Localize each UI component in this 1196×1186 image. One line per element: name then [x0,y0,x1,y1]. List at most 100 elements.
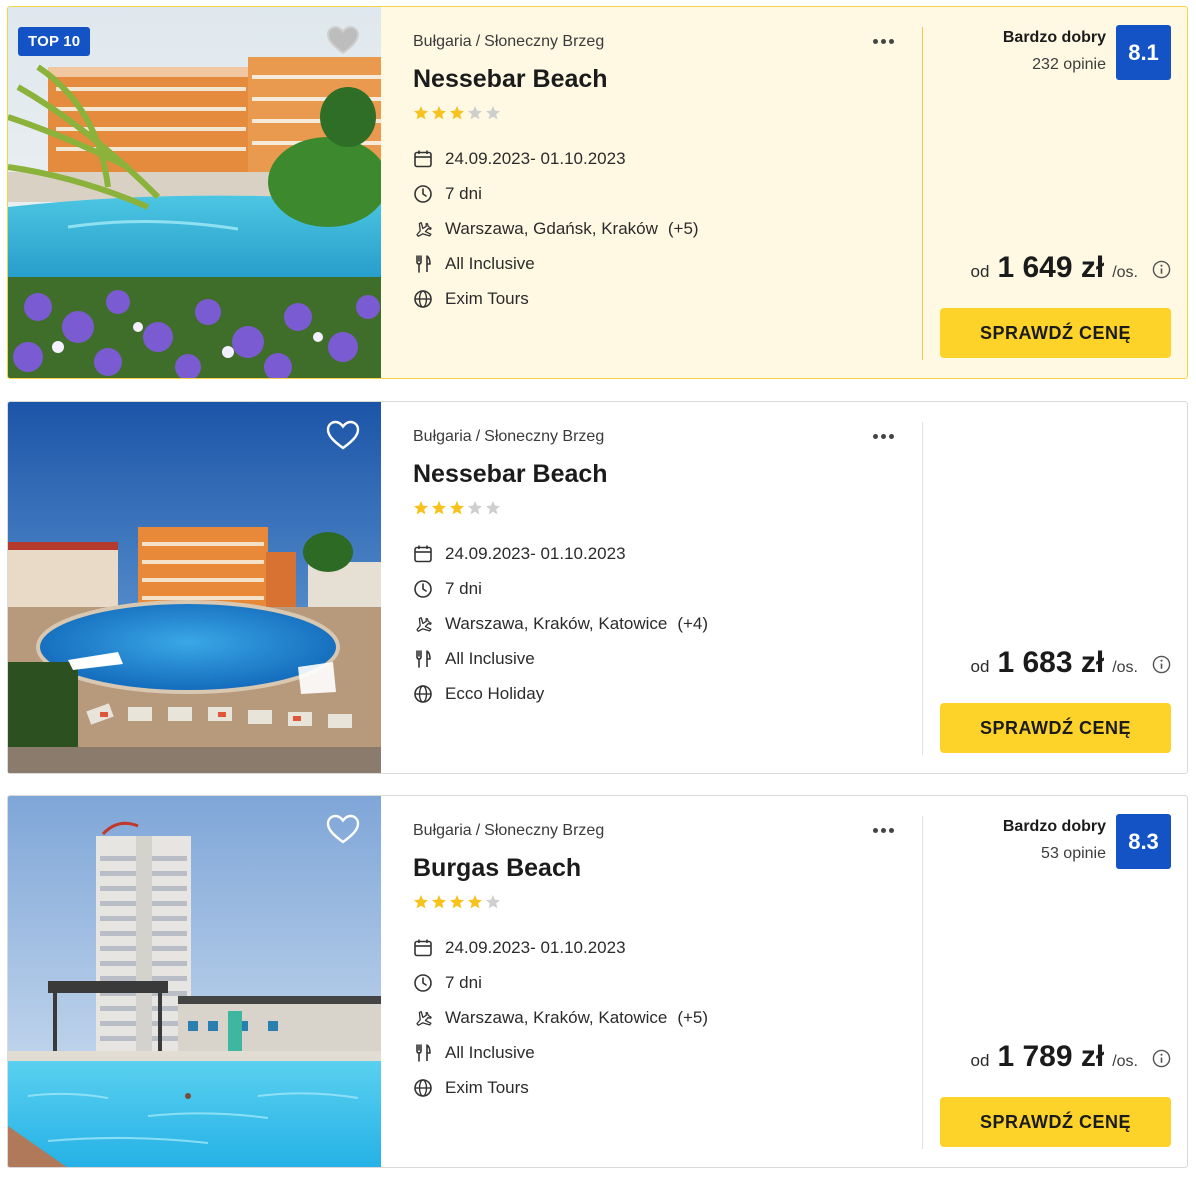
departures-more[interactable]: (+5) [668,219,699,239]
cutlery-icon [413,254,445,274]
hotel-name[interactable]: Nessebar Beach [413,460,608,489]
price-prefix: od [970,1051,990,1070]
price-block: od 1 683 zł /os. [971,646,1171,680]
breadcrumb-region[interactable]: Słoneczny Brzeg [484,822,604,839]
price-block: od 1 789 zł /os. [971,1040,1171,1074]
hotel-name[interactable]: Nessebar Beach [413,65,608,94]
fact-dates: 24.09.2023- 01.10.2023 [413,930,708,965]
fact-duration: 7 dni [413,176,699,211]
offer-card[interactable]: Bułgaria / Słoneczny Brzeg Nessebar Beach … [7,401,1188,774]
price-prefix: od [970,657,990,676]
dates-text: 24.09.2023- 01.10.2023 [445,148,626,168]
fact-operator: Exim Tours [413,1070,708,1105]
star-filled-icon [450,895,464,909]
divider [922,27,923,360]
offer-facts: 24.09.2023- 01.10.2023 7 dni Warszawa, K… [413,930,708,1105]
star-filled-icon [450,501,464,515]
star-filled-icon [414,501,428,515]
operator-text: Exim Tours [445,288,529,308]
rating-label: Bardzo dobry [1002,818,1106,835]
offer-card[interactable]: TOP 10 Bułgaria / Słoneczny Brzeg Nessebar… [7,6,1188,379]
review-rating[interactable]: Bardzo dobry 232 opinie 8.1 [1003,25,1171,80]
offer-facts: 24.09.2023- 01.10.2023 7 dni Warszawa, G… [413,141,699,316]
star-empty-icon [486,895,500,909]
more-options-icon[interactable] [873,426,903,446]
departures-text: Warszawa, Kraków, Katowice [445,613,668,633]
check-price-button[interactable]: SPRAWDŹ CENĘ [940,308,1171,358]
fact-operator: Ecco Holiday [413,676,708,711]
star-empty-icon [468,501,482,515]
fact-dates: 24.09.2023- 01.10.2023 [413,141,699,176]
check-price-button[interactable]: SPRAWDŹ CENĘ [940,703,1171,753]
board-text: All Inclusive [445,1042,535,1062]
price-suffix: /os. [1112,264,1138,281]
breadcrumb: Bułgaria / Słoneczny Brzeg [413,428,604,446]
favorite-heart-icon[interactable] [326,420,360,450]
star-rating [413,500,503,516]
star-rating [413,105,503,121]
fact-departures: Warszawa, Kraków, Katowice (+4) [413,606,708,641]
plane-icon [413,1008,445,1028]
breadcrumb-region[interactable]: Słoneczny Brzeg [484,428,604,445]
favorite-heart-icon[interactable] [326,814,360,844]
price-prefix: od [970,262,990,281]
calendar-icon [413,938,445,958]
duration-text: 7 dni [445,183,482,203]
rating-score-badge: 8.1 [1116,25,1171,80]
clock-icon [413,579,445,599]
star-filled-icon [432,501,446,515]
star-filled-icon [468,895,482,909]
info-icon[interactable] [1152,1049,1171,1068]
price-amount: 1 649 zł [997,251,1105,284]
rating-score-badge: 8.3 [1116,814,1171,869]
offer-info: Bułgaria / Słoneczny Brzeg Nessebar Beach … [413,7,923,378]
operator-text: Exim Tours [445,1077,529,1097]
hotel-photo[interactable] [8,402,381,773]
reviews-count[interactable]: 232 opinie [1003,56,1106,74]
calendar-icon [413,149,445,169]
duration-text: 7 dni [445,578,482,598]
breadcrumb-country[interactable]: Bułgaria [413,33,472,50]
price-amount: 1 789 zł [997,1040,1105,1073]
fact-departures: Warszawa, Gdańsk, Kraków (+5) [413,211,699,246]
review-rating[interactable]: Bardzo dobry 53 opinie 8.3 [1003,814,1171,869]
info-icon[interactable] [1152,260,1171,279]
departures-text: Warszawa, Gdańsk, Kraków [445,218,658,238]
departures-text: Warszawa, Kraków, Katowice [445,1007,668,1027]
hotel-pool-image [8,796,381,1167]
info-icon[interactable] [1152,655,1171,674]
price-block: od 1 649 zł /os. [971,251,1171,285]
globe-icon [413,1078,445,1098]
clock-icon [413,184,445,204]
hotel-photo[interactable] [8,796,381,1167]
breadcrumb-separator: / [475,33,481,50]
departures-more[interactable]: (+4) [677,614,708,634]
fact-duration: 7 dni [413,571,708,606]
star-filled-icon [432,106,446,120]
fact-departures: Warszawa, Kraków, Katowice (+5) [413,1000,708,1035]
favorite-heart-icon[interactable] [326,25,360,55]
breadcrumb-country[interactable]: Bułgaria [413,822,472,839]
star-filled-icon [432,895,446,909]
breadcrumb-country[interactable]: Bułgaria [413,428,472,445]
fact-operator: Exim Tours [413,281,699,316]
offer-card[interactable]: Bułgaria / Słoneczny Brzeg Burgas Beach 24… [7,795,1188,1168]
departures-more[interactable]: (+5) [677,1008,708,1028]
breadcrumb: Bułgaria / Słoneczny Brzeg [413,33,604,51]
fact-board: All Inclusive [413,1035,708,1070]
more-options-icon[interactable] [873,820,903,840]
dates-text: 24.09.2023- 01.10.2023 [445,543,626,563]
calendar-icon [413,544,445,564]
star-empty-icon [468,106,482,120]
more-options-icon[interactable] [873,31,903,51]
divider [922,422,923,755]
hotel-photo[interactable]: TOP 10 [8,7,381,378]
reviews-count[interactable]: 53 opinie [1003,845,1106,863]
hotel-name[interactable]: Burgas Beach [413,854,581,883]
price-suffix: /os. [1112,1053,1138,1070]
price-suffix: /os. [1112,659,1138,676]
offer-info: Bułgaria / Słoneczny Brzeg Nessebar Beach … [413,402,923,773]
breadcrumb-region[interactable]: Słoneczny Brzeg [484,33,604,50]
star-filled-icon [450,106,464,120]
check-price-button[interactable]: SPRAWDŹ CENĘ [940,1097,1171,1147]
